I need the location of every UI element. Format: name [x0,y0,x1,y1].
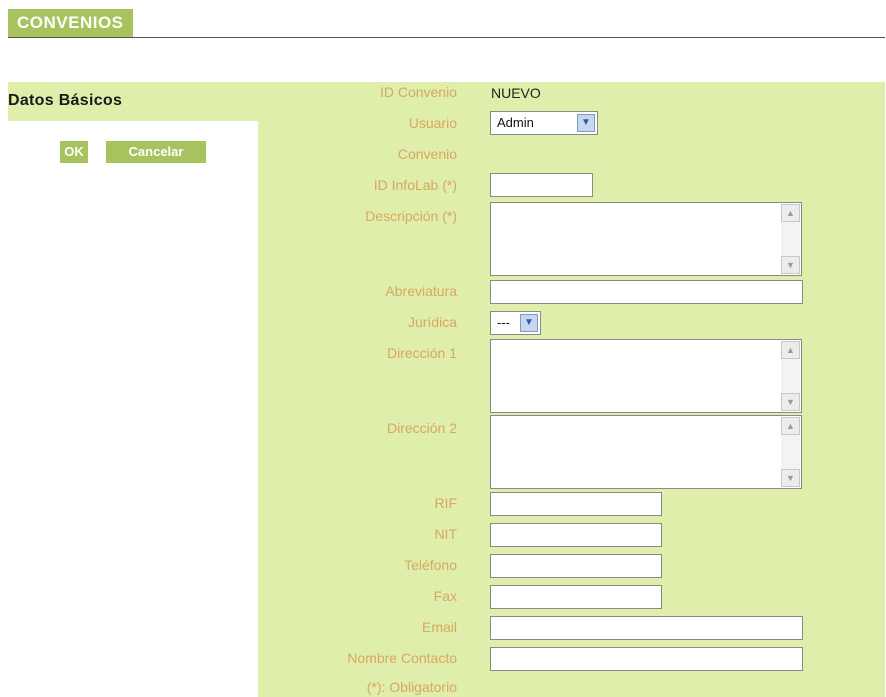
id-convenio-label: ID Convenio [379,84,457,100]
nit-label: NIT [434,526,457,542]
nombre-contacto-input[interactable] [490,647,803,671]
email-input[interactable] [490,616,803,640]
scrollbar[interactable]: ▲ ▼ [781,417,800,487]
fax-input[interactable] [490,585,662,609]
sidebar-title: Datos Básicos [8,92,123,109]
title-divider [8,37,885,38]
ok-button[interactable]: OK [60,141,88,163]
rif-input[interactable] [490,492,662,516]
scroll-down-icon[interactable]: ▼ [781,256,800,274]
email-label: Email [421,619,457,635]
abreviatura-input[interactable] [490,280,803,304]
required-note: (*): Obligatorio [366,679,457,695]
chevron-down-icon[interactable]: ▼ [520,314,538,332]
direccion2-label: Dirección 2 [386,420,457,436]
direccion1-textarea[interactable]: ▲ ▼ [490,339,802,413]
cancel-button[interactable]: Cancelar [106,141,206,163]
direccion2-textarea[interactable]: ▲ ▼ [490,415,802,489]
juridica-selected-value: --- [497,315,510,330]
telefono-label: Teléfono [404,557,457,573]
scrollbar[interactable]: ▲ ▼ [781,204,800,274]
usuario-select[interactable]: Admin ▼ [490,111,598,135]
nombre-contacto-label: Nombre Contacto [347,650,457,666]
usuario-selected-value: Admin [497,115,534,130]
juridica-select[interactable]: --- ▼ [490,311,541,335]
scroll-up-icon[interactable]: ▲ [781,417,800,435]
direccion1-label: Dirección 1 [386,345,457,361]
usuario-label: Usuario [408,115,457,131]
sidebar-panel [8,121,258,697]
telefono-input[interactable] [490,554,662,578]
scroll-up-icon[interactable]: ▲ [781,204,800,222]
id-convenio-value: NUEVO [491,85,541,101]
page-title: CONVENIOS [8,9,133,37]
nit-input[interactable] [490,523,662,547]
fax-label: Fax [433,588,457,604]
descripcion-label: Descripción (*) [365,208,457,224]
juridica-label: Jurídica [407,314,457,330]
scroll-down-icon[interactable]: ▼ [781,393,800,411]
abreviatura-label: Abreviatura [385,283,457,299]
scroll-up-icon[interactable]: ▲ [781,341,800,359]
descripcion-textarea[interactable]: ▲ ▼ [490,202,802,276]
rif-label: RIF [434,495,457,511]
id-infolab-input[interactable] [490,173,593,197]
scrollbar[interactable]: ▲ ▼ [781,341,800,411]
convenio-label: Convenio [397,146,457,162]
scroll-down-icon[interactable]: ▼ [781,469,800,487]
chevron-down-icon[interactable]: ▼ [577,114,595,132]
id-infolab-label: ID InfoLab (*) [373,177,457,193]
